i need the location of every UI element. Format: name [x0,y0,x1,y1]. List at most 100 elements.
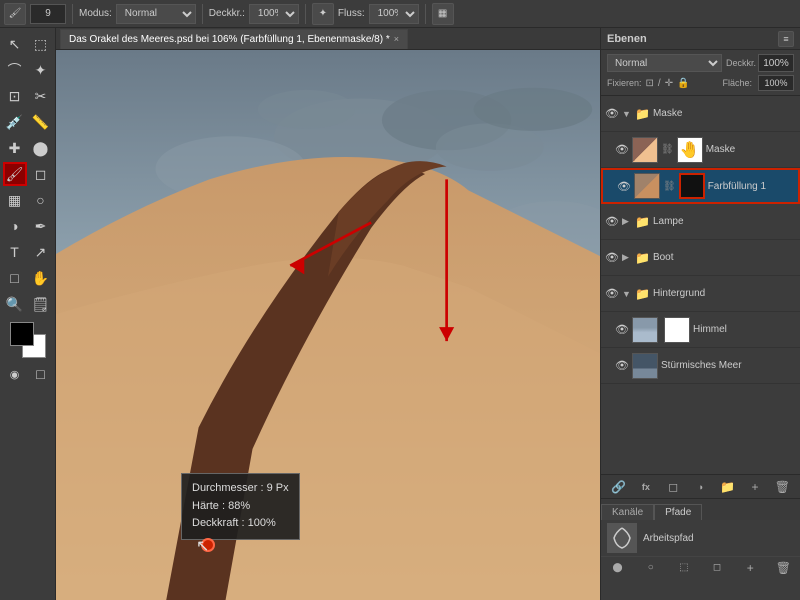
link-layers-btn[interactable]: 🔗 [610,478,628,496]
stroke-path-btn[interactable]: ○ [642,559,660,577]
path-select[interactable]: ↗ [29,240,53,264]
hand-tool[interactable]: ✋ [29,266,53,290]
lock-pos-icon[interactable]: ⊡ [646,78,654,89]
lasso-tool[interactable]: ⌒ [3,58,27,82]
layer-vis-meer[interactable]: 👁 [615,359,629,373]
tools-panel: ↖ ⬚ ⌒ ✦ ⊡ ✂ 💉 📏 ✚ ⬤ 🖌 ◻ ▦ ○ ◑ ✒ [0,28,56,600]
layers-options-btn[interactable]: ≡ [778,31,794,47]
text-tool[interactable]: T [3,240,27,264]
path-item-arbeitspfad[interactable]: Arbeitspfad [601,520,800,556]
airbrush-icon[interactable]: ✦ [312,3,334,25]
blur-tool[interactable]: ○ [29,188,53,212]
fluss-label: Fluss: [338,8,365,19]
new-group-btn[interactable]: 📁 [719,478,737,496]
layer-meer[interactable]: 👁 Stürmisches Meer [601,348,800,384]
move-tool[interactable]: ↖ [3,32,27,56]
fx-btn[interactable]: fx [637,478,655,496]
layer-vis-hintergrund[interactable]: 👁 [605,287,619,301]
lock-brush-icon[interactable]: / [658,78,661,89]
layer-name-hintergrund: Hintergrund [653,288,796,299]
diameter-label: Durchmesser : [192,482,264,494]
brush-tool-active[interactable]: 🖌 [3,162,27,186]
layer-thumb-maske [632,137,658,163]
layer-group-maske[interactable]: 👁 ▼ 📁 Maske [601,96,800,132]
layer-group-hintergrund[interactable]: 👁 ▼ 📁 Hintergrund [601,276,800,312]
dodge-tool[interactable]: ◑ [3,214,27,238]
top-toolbar: 🖌 9 Modus: Normal Deckkr.: 100% ✦ Fluss:… [0,0,800,28]
layer-vis-maske[interactable]: 👁 [605,107,619,121]
notes-tool[interactable]: 🗒 [29,292,53,316]
fill-path-btn[interactable]: ⬤ [609,559,627,577]
lock-all-icon[interactable]: 🔒 [677,78,689,89]
quick-mask-btn[interactable]: ◉ [3,362,27,386]
layer-vis-farbfuellung[interactable]: 👁 [617,179,631,193]
load-path-btn[interactable]: ⬚ [675,559,693,577]
adjustment-btn[interactable]: ◑ [691,478,709,496]
slice-tool[interactable]: ✂ [29,84,53,108]
canvas-viewport[interactable]: Durchmesser : 9 Px Härte : 88% Deckkraft… [56,50,600,600]
screen-mode-btn[interactable]: □ [29,362,53,386]
opacity-control: Deckkr. [726,54,794,72]
cursor-arrow-icon: ↖ [196,536,209,556]
delete-layer-btn[interactable]: 🗑 [773,478,791,496]
layer-vis-maske-sub[interactable]: 👁 [615,143,629,157]
tab-kanaele[interactable]: Kanäle [601,504,654,520]
crop-tool[interactable]: ⊡ [3,84,27,108]
pen-tool[interactable]: ✒ [29,214,53,238]
add-mask-btn[interactable]: ◻ [664,478,682,496]
heal-tool[interactable]: ✚ [3,136,27,160]
delete-path-btn[interactable]: 🗑 [774,559,792,577]
layer-vis-himmel[interactable]: 👁 [615,323,629,337]
new-layer-btn[interactable]: + [746,478,764,496]
document-tab[interactable]: Das Orakel des Meeres.psd bei 106% (Farb… [60,29,408,49]
select-tool[interactable]: ⬚ [29,32,53,56]
zoom-tool[interactable]: 🔍 [3,292,27,316]
foreground-color[interactable] [10,322,34,346]
expand-boot[interactable]: ▶ [622,252,632,263]
layer-group-lampe[interactable]: 👁 ▶ 📁 Lampe [601,204,800,240]
expand-lampe[interactable]: ▶ [622,216,632,227]
new-path-btn[interactable]: + [741,559,759,577]
expand-maske[interactable]: ▼ [622,109,632,119]
panel-tabs: Kanäle Pfade [601,498,800,520]
layer-farbfuellung[interactable]: 👁 ⛓ Farbfüllung 1 [601,168,800,204]
layers-icon[interactable]: ▦ [432,3,454,25]
layer-name-maske: Maske [706,144,796,155]
separator [202,4,203,24]
eraser-tool[interactable]: ◻ [29,162,53,186]
blend-mode-dropdown[interactable]: Normal [607,54,722,72]
opacity-input[interactable] [758,54,794,72]
gradient-tool[interactable]: ▦ [3,188,27,212]
layer-vis-lampe[interactable]: 👁 [605,215,619,229]
layer-thumb-himmel [632,317,658,343]
diameter-value: 9 Px [267,482,289,494]
layer-himmel[interactable]: 👁 Himmel [601,312,800,348]
brush-tool-icon[interactable]: 🖌 [4,3,26,25]
fix-label: Fixieren: [607,78,642,88]
magic-select[interactable]: ✦ [29,58,53,82]
color-swatches[interactable] [10,322,46,358]
tab-pfade[interactable]: Pfade [654,504,702,520]
ruler-tool[interactable]: 📏 [29,110,53,134]
layer-maske-sub[interactable]: 👁 ⛓ 🤚 Maske [601,132,800,168]
layers-panel-title: Ebenen [607,33,647,45]
mask-from-path-btn[interactable]: ◻ [708,559,726,577]
layer-mask-himmel [664,317,690,343]
deckk-dropdown[interactable]: 100% [249,4,299,24]
lock-move-icon[interactable]: ✛ [665,78,673,89]
layer-link-farbfuellung: ⛓ [663,181,676,192]
fill-input[interactable] [758,75,794,91]
brush-size-input[interactable]: 9 [30,4,66,24]
fill-label: Fläche: [722,78,752,88]
eyedropper-tool[interactable]: 💉 [3,110,27,134]
layer-vis-boot[interactable]: 👁 [605,251,619,265]
modus-dropdown[interactable]: Normal [116,4,196,24]
fluss-dropdown[interactable]: 100% [369,4,419,24]
expand-hintergrund[interactable]: ▼ [622,289,632,299]
opacity-label: Deckkr. [726,58,756,68]
shape-tool[interactable]: □ [3,266,27,290]
stamp-tool[interactable]: ⬤ [29,136,53,160]
folder-icon-hintergrund: 📁 [635,287,650,301]
layer-group-boot[interactable]: 👁 ▶ 📁 Boot [601,240,800,276]
tab-close-btn[interactable]: × [394,34,399,44]
